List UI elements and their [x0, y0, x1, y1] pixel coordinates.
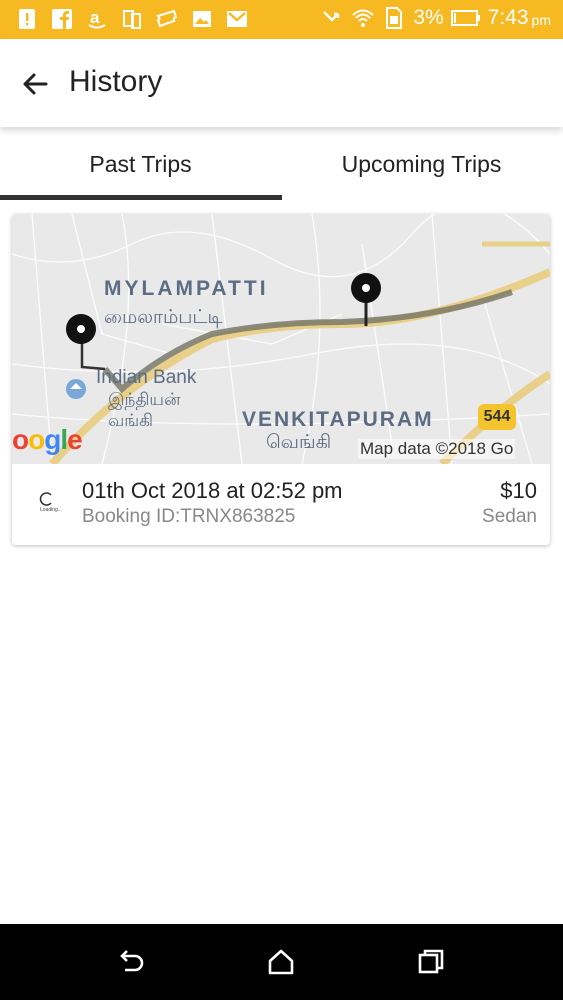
app-bar: History — [0, 39, 563, 127]
tab-past-trips[interactable]: Past Trips — [0, 132, 281, 196]
active-tab-indicator — [0, 195, 282, 200]
road-number-badge: 544 — [478, 404, 516, 430]
map-label-place-2: VENKITAPURAM — [242, 408, 434, 431]
map-label-poi-tamil-2: வங்கி — [108, 411, 154, 430]
arrow-left-icon[interactable] — [20, 69, 50, 99]
notification-icons: a — [16, 8, 248, 30]
svg-text:a: a — [90, 8, 100, 27]
map-label-poi: Indian Bank — [96, 367, 197, 388]
route-map: MYLAMPATTI மைலாம்பட்டி Indian Bank இந்தி… — [12, 214, 550, 464]
map-label-place-1: MYLAMPATTI — [104, 277, 269, 300]
wifi-icon — [352, 9, 374, 27]
sim-icon — [123, 10, 141, 29]
map-attribution: Map data ©2018 Go — [358, 439, 516, 459]
trip-info: Loading... 01th Oct 2018 at 02:52 pm Boo… — [12, 464, 550, 545]
back-nav-icon[interactable] — [113, 944, 149, 980]
booking-id: Booking ID:TRNX863825 — [82, 506, 296, 527]
trip-card[interactable]: MYLAMPATTI மைலாம்பட்டி Indian Bank இந்தி… — [12, 214, 550, 545]
page-title: History — [69, 65, 163, 98]
map-label-poi-tamil-1: இந்தியன் — [108, 390, 181, 409]
trip-datetime: 01th Oct 2018 at 02:52 pm — [82, 478, 343, 503]
system-status: 3% 7:43 pm — [320, 6, 551, 30]
home-nav-icon[interactable] — [263, 944, 299, 980]
clock-time: 7:43 — [487, 6, 529, 29]
trip-price: $10 — [500, 478, 537, 503]
system-nav-bar — [0, 924, 563, 1000]
trip-tabs: Past Trips Upcoming Trips — [0, 132, 563, 202]
status-bar: a 3% 7:43 pm — [0, 0, 563, 39]
map-label-place-1-tamil: மைலாம்பட்டி — [104, 307, 223, 328]
missed-call-icon — [323, 11, 340, 22]
vehicle-type: Sedan — [482, 506, 537, 527]
image-icon — [193, 11, 211, 27]
battery-percent: 3% — [413, 6, 444, 29]
battery-icon — [450, 10, 480, 26]
recents-nav-icon[interactable] — [413, 944, 449, 980]
facebook-icon — [52, 9, 72, 29]
amazon-icon: a — [88, 8, 106, 29]
tab-upcoming-trips[interactable]: Upcoming Trips — [281, 132, 562, 196]
loading-text: Loading... — [40, 507, 62, 513]
sim-card-icon — [386, 7, 403, 29]
alert-icon — [19, 9, 35, 29]
clock-ampm: pm — [531, 12, 551, 28]
ticket-icon — [156, 9, 178, 28]
gmail-icon — [227, 11, 247, 27]
google-logo: oogle — [12, 424, 83, 455]
map-label-place-2-tamil: வெங்கி — [266, 432, 332, 453]
